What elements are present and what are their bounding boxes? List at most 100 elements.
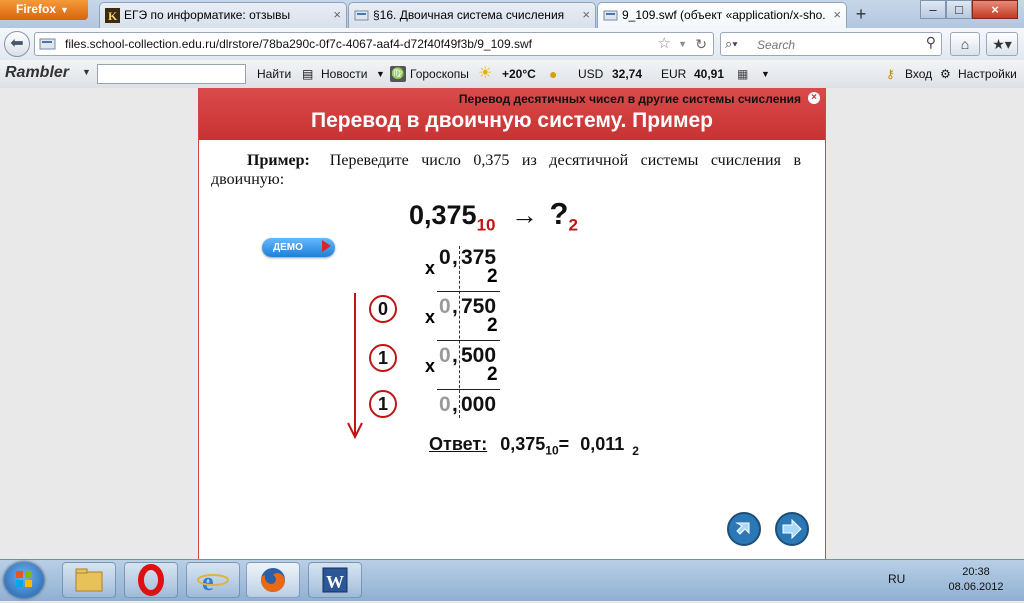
start-button[interactable] — [4, 562, 44, 598]
step-0-multiplier: 2 — [487, 266, 498, 287]
k-site-icon: K — [105, 8, 120, 23]
rambler-search-button[interactable]: Найти — [257, 60, 291, 88]
eur-value: 40,91 — [694, 67, 725, 81]
search-engine-icon[interactable]: ⌕▾ — [725, 36, 738, 52]
back-nav-button[interactable] — [727, 512, 761, 546]
clock[interactable]: 20:38 08.06.2012 — [944, 565, 1008, 595]
flash-title: Перевод в двоичную систему. Пример — [311, 109, 713, 132]
chevron-down-icon[interactable]: ▼ — [82, 67, 91, 77]
tab-title: §16. Двоичная система счисления — [373, 8, 565, 22]
close-icon[interactable]: × — [808, 92, 820, 104]
home-button[interactable]: ⌂ — [950, 32, 980, 56]
firefox-menu-button[interactable]: Firefox ▼ — [0, 0, 88, 20]
answer-line: Ответ: 0,37510= 0,011 2 — [429, 434, 639, 458]
maximize-button[interactable]: □ — [946, 0, 972, 19]
clock-time: 20:38 — [962, 566, 990, 578]
close-icon[interactable]: × — [833, 3, 841, 27]
close-icon[interactable]: × — [333, 3, 341, 27]
grid-icon[interactable]: ▦ — [737, 60, 748, 88]
news-icon: ▤ — [302, 67, 314, 81]
equation-question: ? — [549, 196, 569, 231]
step-3-frac: 000 — [461, 393, 497, 416]
next-nav-button[interactable] — [775, 512, 809, 546]
arrow-left-icon: ⬅ — [10, 35, 24, 52]
firefox-icon — [261, 568, 285, 592]
news-menu[interactable]: Новости — [321, 60, 367, 88]
new-tab-button[interactable]: + — [848, 3, 874, 25]
temperature-value[interactable]: +20°C — [502, 67, 536, 81]
chevron-down-icon[interactable]: ▼ — [761, 60, 770, 88]
search-bar[interactable]: ⌕▾ ⚲ — [720, 32, 942, 56]
usd-value: 32,74 — [612, 67, 643, 81]
comma: , — [452, 246, 458, 269]
example-paragraph: Пример: Переведите число 0,375 из десятич… — [211, 151, 801, 189]
multiply-sign: x — [425, 356, 436, 376]
arrow-back-icon — [735, 522, 750, 535]
gear-icon: ⚙ — [940, 67, 951, 81]
play-arrow-icon — [322, 240, 331, 252]
bookmarks-button[interactable]: ★▾ — [986, 32, 1018, 56]
answer-equals: = — [558, 434, 570, 454]
rambler-search-input[interactable] — [97, 64, 246, 84]
equation-number: 0,375 — [409, 200, 477, 230]
windows-logo-icon — [16, 571, 32, 587]
tab-binary-system[interactable]: §16. Двоичная система счисления × — [348, 2, 596, 28]
arrow-down-icon — [347, 293, 363, 440]
equation-arrow: → — [511, 200, 539, 230]
page-icon — [39, 38, 56, 50]
search-input[interactable] — [755, 35, 909, 55]
comma: , — [452, 344, 458, 367]
language-indicator[interactable]: RU — [888, 572, 905, 586]
opera-icon — [138, 564, 164, 596]
reload-icon[interactable]: ↻ — [695, 33, 707, 55]
opera-taskbar-button[interactable] — [124, 562, 178, 598]
currency-icon: ● — [549, 66, 558, 82]
answer-label: Ответ: — [429, 434, 488, 454]
step-3-int: 0 — [439, 393, 451, 416]
rule-line — [437, 291, 500, 292]
home-icon: ⌂ — [960, 36, 970, 52]
svg-text:K: K — [108, 9, 118, 23]
equation-base-from: 10 — [476, 215, 496, 235]
step-2-int: 0 — [439, 344, 451, 367]
clock-date: 08.06.2012 — [948, 581, 1004, 593]
rambler-logo[interactable]: Rambler — [5, 64, 69, 82]
back-button[interactable]: ⬅ — [4, 31, 30, 57]
answer-rhs: 0,011 — [580, 434, 625, 454]
tab-ege[interactable]: K ЕГЭ по информатике: отзывы × — [99, 2, 347, 28]
demo-button-label: ДЕМО — [273, 242, 303, 253]
svg-text:e: e — [202, 567, 214, 596]
chevron-down-icon[interactable]: ▼ — [678, 33, 687, 55]
explorer-taskbar-button[interactable] — [62, 562, 116, 598]
close-icon[interactable]: × — [582, 3, 590, 27]
equation-base-to: 2 — [568, 215, 578, 235]
page-content: Перевод десятичных чисел в другие систем… — [0, 88, 1024, 559]
internet-explorer-icon: e — [197, 567, 229, 596]
horoscope-link[interactable]: Гороскопы — [410, 60, 469, 88]
login-link[interactable]: Вход — [905, 60, 932, 88]
ie-taskbar-button[interactable]: e — [186, 562, 240, 598]
flash-movie[interactable]: Перевод десятичных чисел в другие систем… — [198, 88, 826, 559]
svg-text:W: W — [326, 572, 344, 592]
navigation-toolbar: ⬅ files.school-collection.edu.ru/dlrstor… — [0, 28, 1024, 61]
rule-line — [437, 389, 500, 390]
word-taskbar-button[interactable]: W — [308, 562, 362, 598]
demo-button[interactable]: ДЕМО — [262, 238, 335, 257]
equation: 0,37510 → ?2 — [409, 196, 578, 235]
comma: , — [452, 295, 458, 318]
flash-subtitle: Перевод десятичных чисел в другие систем… — [458, 92, 801, 106]
result-digit: 1 — [369, 344, 397, 372]
multiply-sign: x — [425, 258, 436, 278]
taskbar: e W RU 20:38 08.06.2012 — [0, 559, 1024, 601]
search-icon[interactable]: ⚲ — [926, 34, 936, 51]
address-bar[interactable]: files.school-collection.edu.ru/dlrstore/… — [34, 32, 714, 56]
result-digit: 0 — [369, 295, 397, 323]
tab-swf[interactable]: 9_109.swf (объект «application/x-sho... … — [597, 2, 847, 28]
close-window-button[interactable]: × — [972, 0, 1018, 19]
minimize-button[interactable]: – — [920, 0, 946, 19]
chevron-down-icon[interactable]: ▼ — [376, 60, 385, 88]
settings-link[interactable]: Настройки — [958, 60, 1017, 88]
firefox-taskbar-button[interactable] — [246, 562, 300, 598]
star-icon[interactable]: ☆ — [658, 33, 671, 55]
comma: , — [452, 393, 458, 416]
